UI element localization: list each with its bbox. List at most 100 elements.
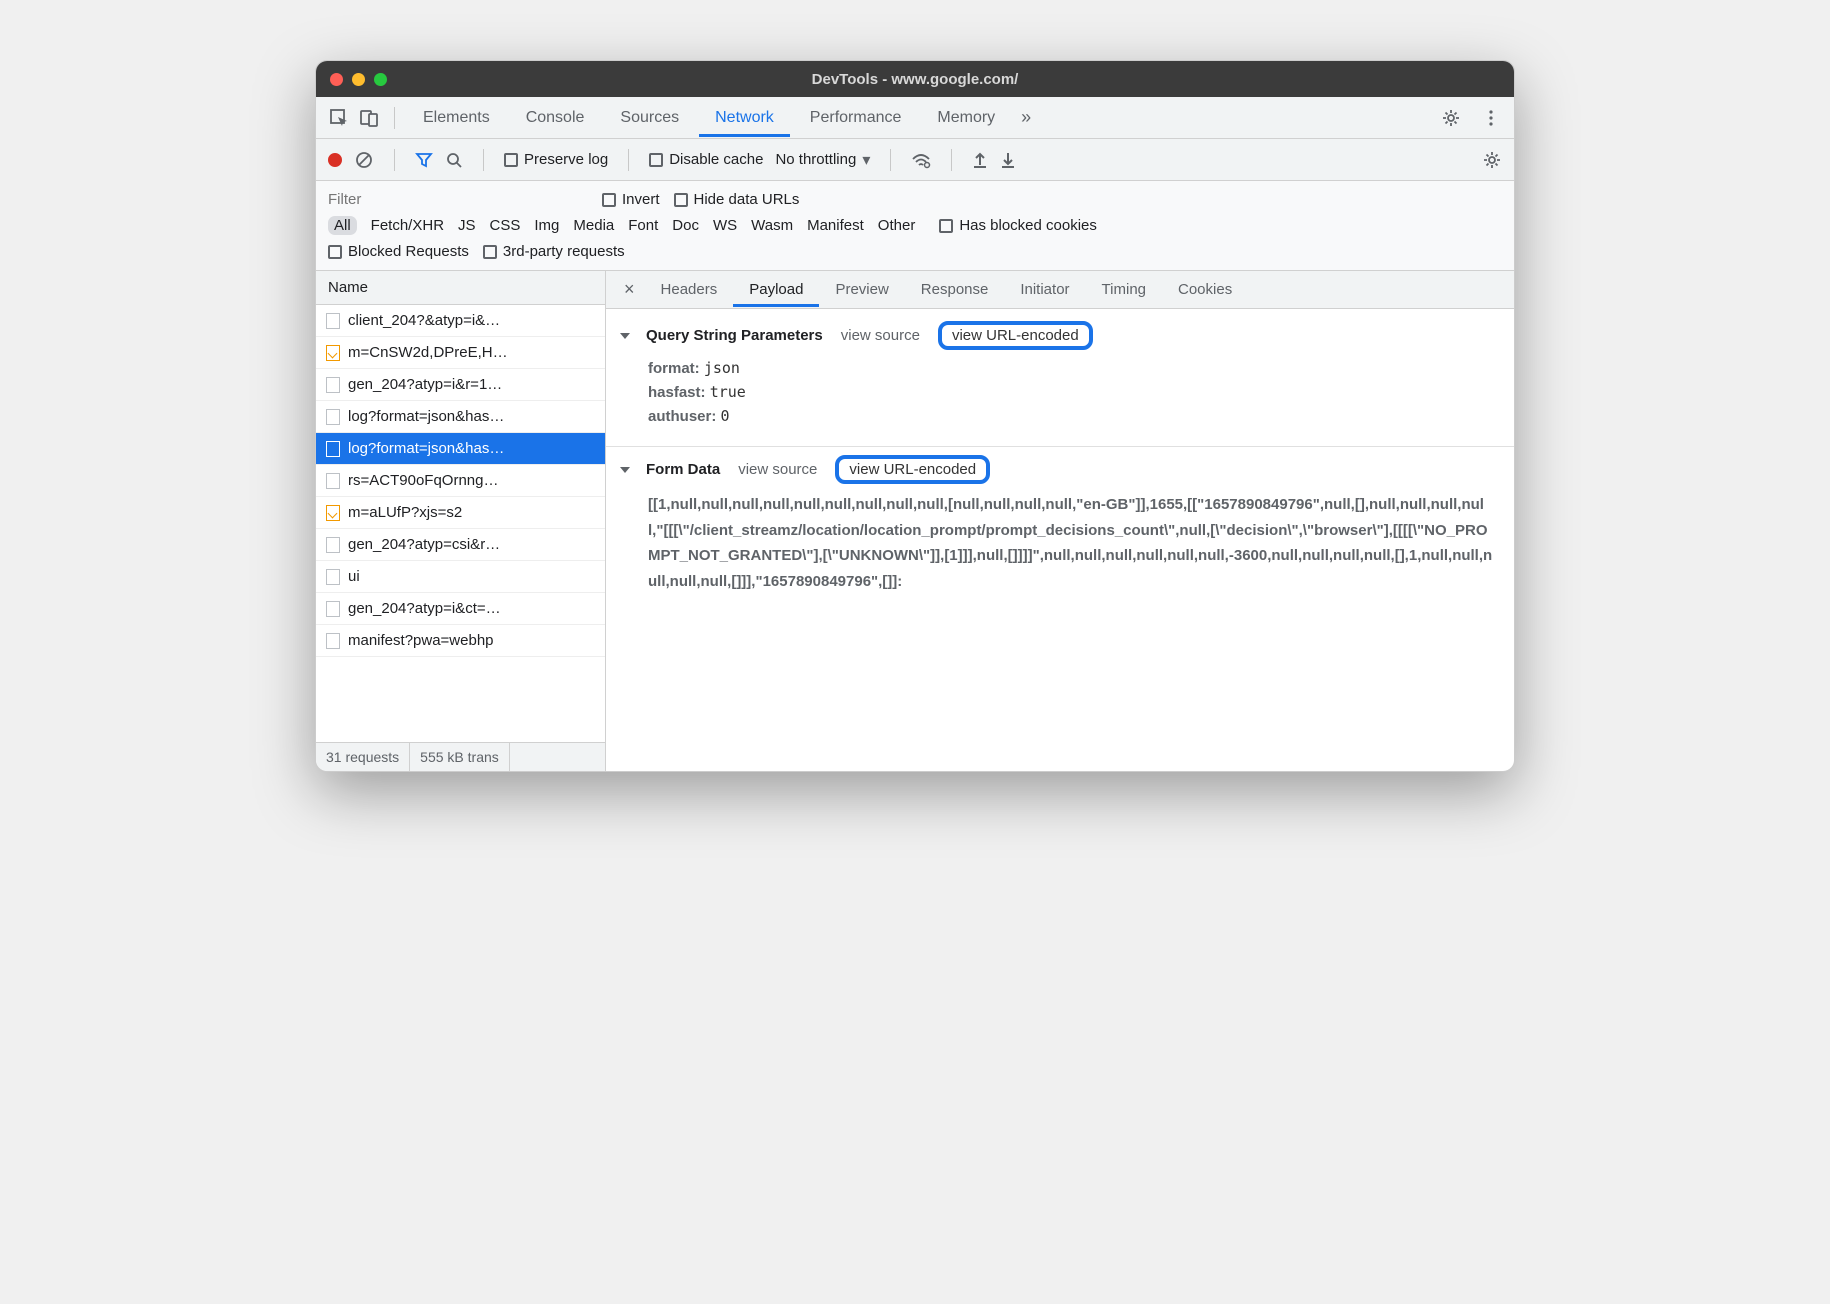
settings-icon[interactable] [1438, 105, 1464, 131]
status-transfer: 555 kB trans [410, 743, 510, 771]
invert-checkbox[interactable]: Invert [602, 191, 660, 208]
file-icon [326, 441, 340, 457]
request-row[interactable]: log?format=json&has… [316, 401, 605, 433]
network-conditions-icon[interactable] [911, 151, 931, 169]
separator [483, 149, 484, 171]
request-row[interactable]: client_204?&atyp=i&… [316, 305, 605, 337]
close-detail-icon[interactable]: × [614, 279, 645, 300]
maximize-window-button[interactable] [374, 73, 387, 86]
tab-memory[interactable]: Memory [921, 99, 1011, 137]
record-button[interactable] [328, 153, 342, 167]
form-view-source-link[interactable]: view source [738, 461, 817, 478]
param-key: format: [648, 360, 700, 377]
dtab-initiator[interactable]: Initiator [1004, 272, 1085, 307]
filter-type-js[interactable]: JS [458, 217, 476, 234]
separator [951, 149, 952, 171]
download-icon[interactable] [1000, 151, 1016, 169]
upload-icon[interactable] [972, 151, 988, 169]
file-icon [326, 473, 340, 489]
kebab-menu-icon[interactable] [1478, 105, 1504, 131]
filter-type-manifest[interactable]: Manifest [807, 217, 864, 234]
throttling-select[interactable]: No throttling [775, 151, 856, 168]
param-value: json [704, 359, 740, 377]
request-row[interactable]: manifest?pwa=webhp [316, 625, 605, 657]
form-view-encoded-link[interactable]: view URL-encoded [835, 455, 990, 484]
minimize-window-button[interactable] [352, 73, 365, 86]
window-controls [330, 73, 387, 86]
expand-icon[interactable] [620, 467, 630, 473]
filter-type-font[interactable]: Font [628, 217, 658, 234]
status-bar: 31 requests 555 kB trans [316, 742, 605, 771]
filter-icon[interactable] [415, 151, 433, 169]
blocked-requests-label: Blocked Requests [348, 243, 469, 260]
section-separator [606, 446, 1514, 447]
third-party-checkbox[interactable]: 3rd-party requests [483, 243, 625, 260]
request-sidebar: Name client_204?&atyp=i&… m=CnSW2d,DPreE,… [316, 271, 606, 771]
request-name: m=CnSW2d,DPreE,H… [348, 344, 508, 361]
filter-type-fetchxhr[interactable]: Fetch/XHR [371, 217, 444, 234]
form-body: [[1,null,null,null,null,null,null,null,n… [622, 486, 1498, 602]
more-tabs-icon[interactable]: » [1015, 107, 1037, 128]
dtab-preview[interactable]: Preview [819, 272, 904, 307]
request-row[interactable]: ui [316, 561, 605, 593]
filter-input[interactable] [328, 191, 588, 208]
request-row[interactable]: rs=ACT90oFqOrnng… [316, 465, 605, 497]
filter-type-wasm[interactable]: Wasm [751, 217, 793, 234]
close-window-button[interactable] [330, 73, 343, 86]
file-icon [326, 601, 340, 617]
clear-icon[interactable] [354, 150, 374, 170]
inspect-icon[interactable] [326, 105, 352, 131]
request-row[interactable]: gen_204?atyp=i&ct=… [316, 593, 605, 625]
filter-type-all[interactable]: All [328, 216, 357, 235]
query-param-row: format: json [648, 356, 1498, 380]
detail-body: Query String Parameters view source view… [606, 309, 1514, 612]
disable-cache-label: Disable cache [669, 151, 763, 168]
filter-type-doc[interactable]: Doc [672, 217, 699, 234]
status-requests: 31 requests [316, 743, 410, 771]
dropdown-icon[interactable]: ▾ [862, 150, 870, 170]
disable-cache-checkbox[interactable]: Disable cache [649, 151, 763, 168]
tab-performance[interactable]: Performance [794, 99, 918, 137]
devtools-window: DevTools - www.google.com/ Elements Cons… [315, 60, 1515, 772]
request-row[interactable]: m=CnSW2d,DPreE,H… [316, 337, 605, 369]
request-row[interactable]: gen_204?atyp=csi&r… [316, 529, 605, 561]
blocked-requests-checkbox[interactable]: Blocked Requests [328, 243, 469, 260]
query-view-source-link[interactable]: view source [841, 327, 920, 344]
filter-type-other[interactable]: Other [878, 217, 916, 234]
preserve-log-checkbox[interactable]: Preserve log [504, 151, 608, 168]
tab-elements[interactable]: Elements [407, 99, 506, 137]
query-param-row: authuser: 0 [648, 404, 1498, 428]
filter-type-css[interactable]: CSS [490, 217, 521, 234]
request-row[interactable]: gen_204?atyp=i&r=1… [316, 369, 605, 401]
param-value: 0 [721, 407, 730, 425]
search-icon[interactable] [445, 151, 463, 169]
device-toggle-icon[interactable] [356, 105, 382, 131]
dtab-headers[interactable]: Headers [645, 272, 734, 307]
sidebar-header[interactable]: Name [316, 271, 605, 305]
query-param-row: hasfast: true [648, 380, 1498, 404]
param-value: true [710, 383, 746, 401]
filter-type-media[interactable]: Media [573, 217, 614, 234]
request-name: gen_204?atyp=i&ct=… [348, 600, 501, 617]
network-settings-icon[interactable] [1482, 150, 1502, 170]
tab-console[interactable]: Console [510, 99, 601, 137]
query-view-encoded-link[interactable]: view URL-encoded [938, 321, 1093, 350]
dtab-timing[interactable]: Timing [1086, 272, 1162, 307]
request-row[interactable]: log?format=json&has… [316, 433, 605, 465]
request-row[interactable]: m=aLUfP?xjs=s2 [316, 497, 605, 529]
filter-type-ws[interactable]: WS [713, 217, 737, 234]
has-blocked-cookies-checkbox[interactable]: Has blocked cookies [939, 217, 1097, 234]
tab-sources[interactable]: Sources [604, 99, 695, 137]
dtab-response[interactable]: Response [905, 272, 1005, 307]
file-icon [326, 377, 340, 393]
expand-icon[interactable] [620, 333, 630, 339]
dtab-payload[interactable]: Payload [733, 272, 819, 307]
hide-data-urls-checkbox[interactable]: Hide data URLs [674, 191, 800, 208]
filter-type-img[interactable]: Img [534, 217, 559, 234]
request-name: rs=ACT90oFqOrnng… [348, 472, 498, 489]
tab-network[interactable]: Network [699, 99, 790, 137]
param-key: hasfast: [648, 384, 706, 401]
file-icon [326, 569, 340, 585]
dtab-cookies[interactable]: Cookies [1162, 272, 1248, 307]
main-split: Name client_204?&atyp=i&… m=CnSW2d,DPreE,… [316, 271, 1514, 771]
